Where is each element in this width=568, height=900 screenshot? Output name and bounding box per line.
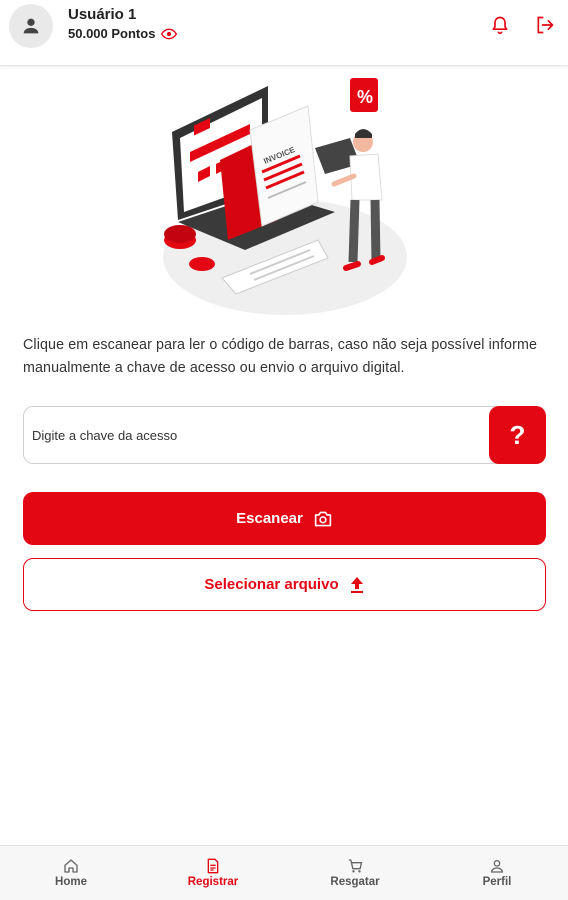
select-file-button[interactable]: Selecionar arquivo: [23, 558, 546, 611]
nav-label-perfil: Perfil: [482, 876, 512, 888]
nav-label-home: Home: [55, 876, 87, 888]
home-icon: [64, 859, 78, 873]
percent-text: %: [357, 87, 373, 107]
access-key-field: ?: [23, 406, 546, 464]
avatar[interactable]: [9, 4, 53, 48]
nav-item-registrar[interactable]: Registrar: [142, 846, 284, 900]
nav-item-home[interactable]: Home: [0, 846, 142, 900]
nav-label-resgatar: Resgatar: [330, 876, 380, 888]
select-file-label: Selecionar arquivo: [204, 576, 339, 593]
person-icon: [490, 860, 504, 873]
user-name: Usuário 1: [68, 6, 137, 23]
cart-icon: [348, 859, 362, 873]
invoice-illustration: INVOICE %: [163, 78, 407, 315]
upload-icon: [350, 576, 363, 593]
scan-button-label: Escanear: [236, 510, 303, 527]
help-button[interactable]: ?: [489, 406, 546, 464]
instructions-text: Clique em escanear para ler o código de …: [23, 337, 538, 376]
access-key-input[interactable]: [32, 407, 482, 463]
scan-button[interactable]: Escanear: [23, 492, 546, 545]
nav-item-resgatar[interactable]: Resgatar: [284, 846, 426, 900]
logout-icon: [537, 16, 554, 34]
bell-icon: [492, 16, 508, 35]
camera-icon: [314, 511, 332, 526]
user-icon: [23, 18, 39, 34]
app-header: Usuário 1 50.000 Pontos: [0, 0, 568, 66]
notifications-button[interactable]: [489, 14, 511, 36]
bottom-nav: Home Registrar Resgatar Perfil: [0, 845, 568, 900]
logout-button[interactable]: [534, 14, 556, 36]
nav-label-registrar: Registrar: [187, 876, 239, 888]
points-balance: 50.000 Pontos: [68, 26, 156, 41]
receipt-icon: [207, 858, 219, 874]
points-row: 50.000 Pontos: [68, 26, 178, 41]
nav-item-perfil[interactable]: Perfil: [426, 846, 568, 900]
eye-icon[interactable]: [161, 28, 178, 40]
